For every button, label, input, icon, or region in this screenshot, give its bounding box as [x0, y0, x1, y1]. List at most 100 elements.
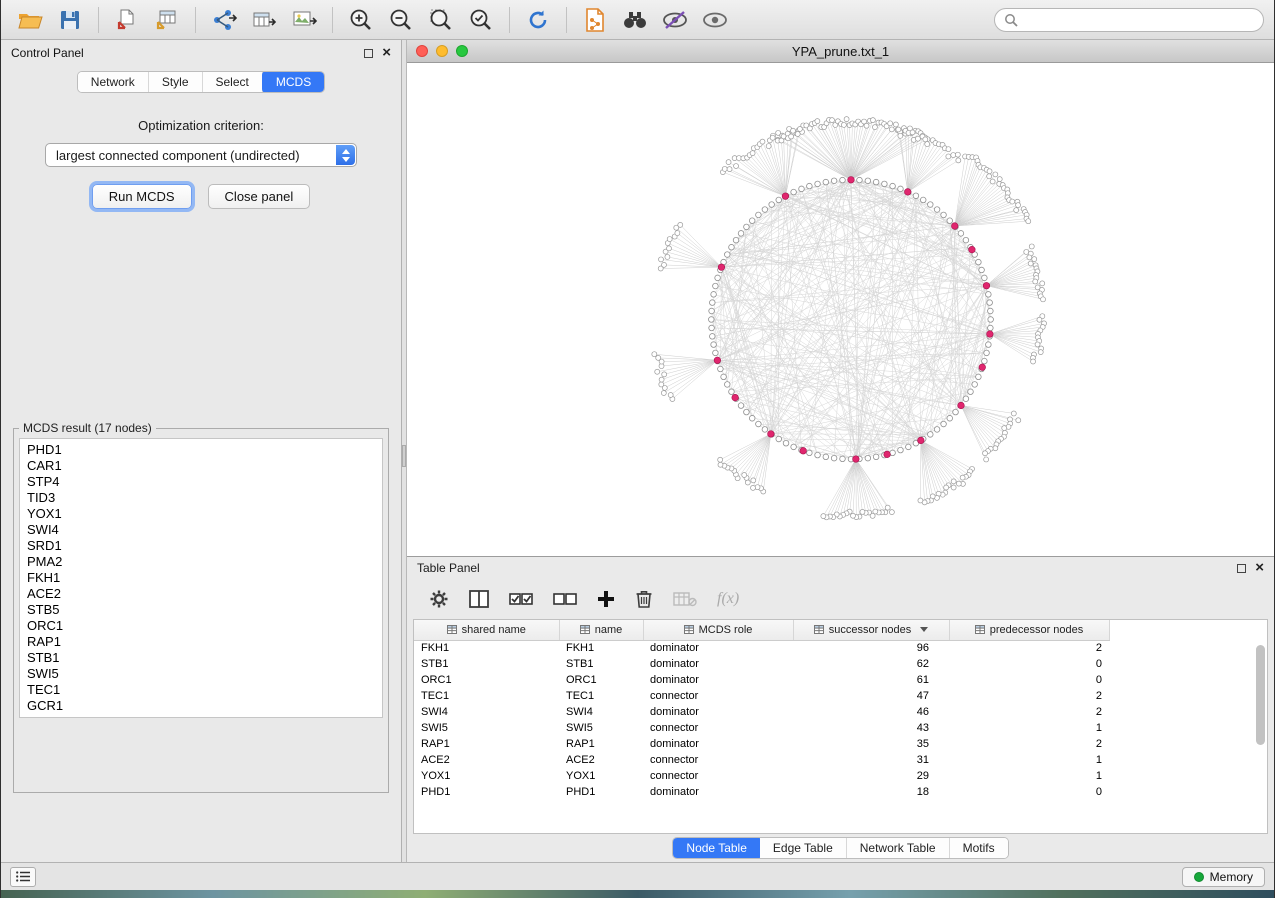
cell-pred[interactable]: 2: [949, 688, 1109, 704]
tab-edge-table[interactable]: Edge Table: [760, 838, 847, 858]
mcds-result-item[interactable]: ORC1: [27, 618, 375, 634]
cell-role[interactable]: connector: [643, 768, 793, 784]
tab-network-table[interactable]: Network Table: [847, 838, 950, 858]
cell-pred[interactable]: 2: [949, 704, 1109, 720]
mcds-result-item[interactable]: STB1: [27, 650, 375, 666]
cell-succ[interactable]: 47: [793, 688, 949, 704]
table-row[interactable]: ORC1ORC1dominator610: [414, 672, 1109, 688]
mcds-result-item[interactable]: GCR1: [27, 698, 375, 714]
float-panel-icon[interactable]: [364, 49, 373, 58]
mcds-result-item[interactable]: YOX1: [27, 506, 375, 522]
cell-succ[interactable]: 29: [793, 768, 949, 784]
search-input[interactable]: [1024, 13, 1254, 27]
memory-button[interactable]: Memory: [1182, 867, 1265, 887]
table-row[interactable]: PHD1PHD1dominator180: [414, 784, 1109, 800]
mcds-result-item[interactable]: TID3: [27, 490, 375, 506]
table-scrollbar[interactable]: [1254, 643, 1265, 829]
cell-pred[interactable]: 2: [949, 640, 1109, 656]
cell-name[interactable]: TEC1: [559, 688, 643, 704]
add-row-plus-icon[interactable]: [597, 590, 615, 608]
cell-name[interactable]: STB1: [559, 656, 643, 672]
cell-shared_name[interactable]: RAP1: [414, 736, 559, 752]
cell-shared_name[interactable]: ORC1: [414, 672, 559, 688]
hide-graphics-details-icon[interactable]: [656, 4, 694, 36]
cell-pred[interactable]: 1: [949, 720, 1109, 736]
table-row[interactable]: SWI5SWI5connector431: [414, 720, 1109, 736]
window-maximize-icon[interactable]: [456, 45, 468, 57]
cell-name[interactable]: RAP1: [559, 736, 643, 752]
search-network-binoculars-icon[interactable]: [616, 4, 654, 36]
unselect-all-icon[interactable]: [553, 592, 577, 606]
close-panel-button[interactable]: Close panel: [208, 184, 311, 209]
mcds-result-list[interactable]: PHD1CAR1STP4TID3YOX1SWI4SRD1PMA2FKH1ACE2…: [19, 438, 383, 718]
cell-succ[interactable]: 46: [793, 704, 949, 720]
criterion-select[interactable]: largest connected component (undirected): [45, 143, 357, 167]
table-row[interactable]: ACE2ACE2connector311: [414, 752, 1109, 768]
splitter-grip-icon[interactable]: [402, 445, 406, 467]
close-table-panel-icon[interactable]: ×: [1255, 563, 1264, 573]
cell-name[interactable]: ACE2: [559, 752, 643, 768]
cell-pred[interactable]: 0: [949, 784, 1109, 800]
cell-shared_name[interactable]: SWI5: [414, 720, 559, 736]
panel-splitter[interactable]: [402, 40, 407, 862]
cell-name[interactable]: PHD1: [559, 784, 643, 800]
mcds-result-item[interactable]: ACE2: [27, 586, 375, 602]
show-column-icon[interactable]: [469, 590, 489, 608]
import-network-from-file-icon[interactable]: [108, 4, 146, 36]
cell-name[interactable]: ORC1: [559, 672, 643, 688]
show-graphics-details-icon[interactable]: [696, 4, 734, 36]
cell-role[interactable]: dominator: [643, 672, 793, 688]
cell-role[interactable]: dominator: [643, 736, 793, 752]
mcds-result-item[interactable]: SWI4: [27, 522, 375, 538]
export-image-icon[interactable]: [285, 4, 323, 36]
import-table-from-file-icon[interactable]: [148, 4, 186, 36]
cell-shared_name[interactable]: FKH1: [414, 640, 559, 656]
column-header-shared-name[interactable]: shared name: [414, 620, 559, 640]
global-search-field[interactable]: [994, 8, 1264, 32]
cell-pred[interactable]: 1: [949, 768, 1109, 784]
table-row[interactable]: STB1STB1dominator620: [414, 656, 1109, 672]
table-row[interactable]: TEC1TEC1connector472: [414, 688, 1109, 704]
cell-succ[interactable]: 62: [793, 656, 949, 672]
cell-role[interactable]: dominator: [643, 640, 793, 656]
table-row[interactable]: FKH1FKH1dominator962: [414, 640, 1109, 656]
mcds-result-item[interactable]: PHD1: [27, 442, 375, 458]
mcds-result-item[interactable]: TEC1: [27, 682, 375, 698]
cell-succ[interactable]: 18: [793, 784, 949, 800]
zoom-in-icon[interactable]: [342, 4, 380, 36]
cell-role[interactable]: connector: [643, 720, 793, 736]
cell-role[interactable]: dominator: [643, 784, 793, 800]
scrollbar-thumb[interactable]: [1256, 645, 1265, 745]
close-panel-icon[interactable]: ×: [382, 48, 391, 58]
export-table-icon[interactable]: [245, 4, 283, 36]
cell-succ[interactable]: 35: [793, 736, 949, 752]
export-network-icon[interactable]: [205, 4, 243, 36]
cell-pred[interactable]: 2: [949, 736, 1109, 752]
column-header-name[interactable]: name: [559, 620, 643, 640]
mcds-result-item[interactable]: PMA2: [27, 554, 375, 570]
cell-succ[interactable]: 31: [793, 752, 949, 768]
select-all-icon[interactable]: [509, 592, 533, 606]
cell-succ[interactable]: 96: [793, 640, 949, 656]
tab-mcds[interactable]: MCDS: [262, 71, 325, 93]
mcds-result-item[interactable]: STP4: [27, 474, 375, 490]
cell-shared_name[interactable]: YOX1: [414, 768, 559, 784]
mcds-result-item[interactable]: STB5: [27, 602, 375, 618]
open-file-icon[interactable]: [11, 4, 49, 36]
cell-role[interactable]: dominator: [643, 704, 793, 720]
tab-motifs[interactable]: Motifs: [950, 838, 1008, 858]
zoom-selected-icon[interactable]: [462, 4, 500, 36]
cell-succ[interactable]: 61: [793, 672, 949, 688]
window-minimize-icon[interactable]: [436, 45, 448, 57]
mcds-result-item[interactable]: SWI5: [27, 666, 375, 682]
network-window-titlebar[interactable]: YPA_prune.txt_1: [407, 40, 1274, 63]
mcds-result-item[interactable]: RAP1: [27, 634, 375, 650]
cell-name[interactable]: FKH1: [559, 640, 643, 656]
cell-shared_name[interactable]: STB1: [414, 656, 559, 672]
mcds-result-item[interactable]: SRD1: [27, 538, 375, 554]
save-session-icon[interactable]: [51, 4, 89, 36]
share-document-icon[interactable]: [576, 4, 614, 36]
cell-shared_name[interactable]: SWI4: [414, 704, 559, 720]
delete-rows-trash-icon[interactable]: [635, 589, 653, 609]
tab-network[interactable]: Network: [78, 72, 149, 92]
